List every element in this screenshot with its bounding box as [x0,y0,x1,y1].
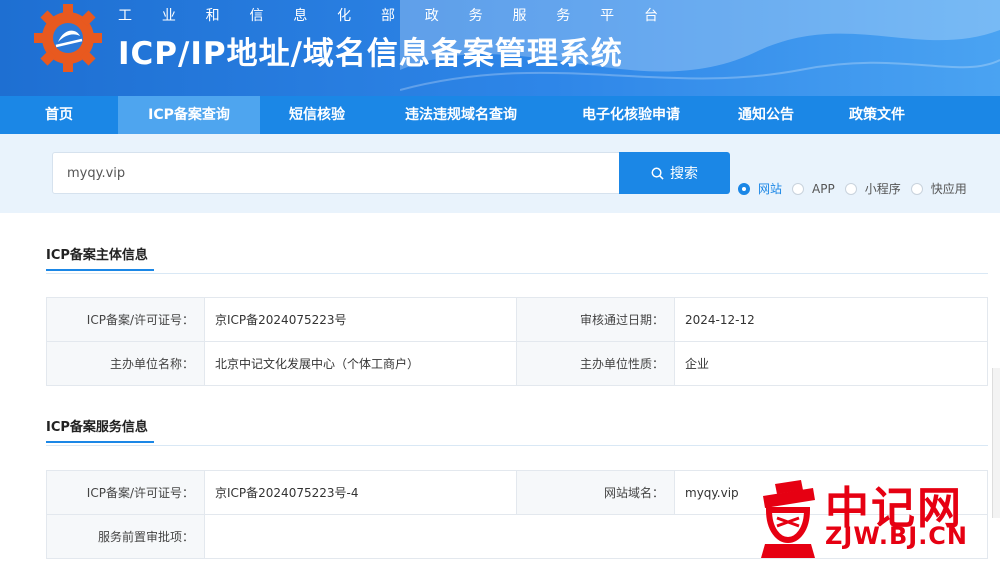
search-type-options: 网站 APP 小程序 快应用 [738,180,977,197]
radio-label: 网站 [758,182,783,196]
header-subtitle-char: 工 [118,8,132,24]
header-subtitle-char: 化 [337,8,352,24]
search-button[interactable]: 搜索 [619,152,730,194]
org-nature-label: 主办单位性质： [516,341,675,386]
radio-label: 快应用 [930,182,967,196]
radio-label: 小程序 [864,182,901,196]
subject-section-title: ICP备案主体信息 [46,244,154,271]
search-type-radio-1[interactable]: APP [792,182,835,196]
section-title-underline [46,441,154,443]
page-title: ICP/IP地址/域名信息备案管理系统 [118,36,623,72]
org-name-label: 主办单位名称： [46,341,205,386]
search-button-label: 搜索 [670,166,698,182]
license-value: 京ICP备2024075223号 [204,297,517,342]
side-scroll-edge[interactable] [992,368,1000,518]
service-license-label: ICP备案/许可证号： [46,470,205,515]
search-type-radio-3[interactable]: 快应用 [910,180,967,197]
nav-item-4[interactable]: 电子化核验申请 [548,96,714,134]
nav-item-2[interactable]: 短信核验 [260,96,374,134]
search-icon [651,167,664,180]
miit-gear-logo-icon [34,4,102,72]
nav-item-0[interactable]: 首页 [0,96,118,134]
nav-item-5[interactable]: 通知公告 [714,96,818,134]
search-type-radio-2[interactable]: 小程序 [844,180,901,197]
watermark-domain: ZJW.BJ.CN [825,522,969,550]
nav-item-3[interactable]: 违法违规域名查询 [374,96,548,134]
table-row: ICP备案/许可证号： 京ICP备2024075223号 审核通过日期： 202… [46,297,988,342]
radio-indicator[interactable] [844,182,857,195]
header-subtitle-char: 平 [600,8,615,24]
header-subtitle-char: 息 [293,8,308,24]
subject-info-table: ICP备案/许可证号： 京ICP备2024075223号 审核通过日期： 202… [46,297,988,386]
header-subtitle-char: 台 [643,8,658,24]
domain-label: 网站域名： [516,470,675,515]
nav-item-6[interactable]: 政策文件 [818,96,936,134]
header-subtitle-char: 政 [424,8,439,24]
header-subtitle-char: 部 [380,8,395,24]
approval-date-label: 审核通过日期： [516,297,675,342]
radio-indicator[interactable] [792,182,805,195]
header-subtitle-char: 务 [468,8,483,24]
org-nature-value: 企业 [674,341,988,386]
nav-item-1[interactable]: ICP备案查询 [118,96,260,134]
radio-indicator[interactable] [910,182,923,195]
org-name-value: 北京中记文化发展中心（个体工商户） [204,341,517,386]
search-input[interactable] [52,152,620,194]
service-section-title-text: ICP备案服务信息 [46,420,148,435]
pre-approval-label: 服务前置审批项： [46,514,205,559]
table-row: 主办单位名称： 北京中记文化发展中心（个体工商户） 主办单位性质： 企业 [46,341,988,386]
section-divider [46,273,988,274]
search-type-radio-0[interactable]: 网站 [738,180,782,197]
service-section-title: ICP备案服务信息 [46,416,154,443]
search-band: 搜索 网站 APP 小程序 快应用 [0,134,1000,213]
reporter-logo-icon [761,480,815,558]
radio-indicator[interactable] [738,182,750,195]
header-subtitle-char: 和 [205,8,220,24]
header-subtitle: 工业和信息化部政务服务平台 [118,5,658,25]
header-subtitle-char: 信 [249,8,264,24]
header-subtitle-char: 务 [556,8,571,24]
radio-label: APP [812,181,835,196]
subject-section-title-text: ICP备案主体信息 [46,248,148,263]
license-label: ICP备案/许可证号： [46,297,205,342]
header-subtitle-char: 业 [161,8,176,24]
section-title-underline [46,269,154,271]
header-subtitle-char: 服 [512,8,527,24]
header-banner: 工 业 和 信 息 化 部 政 务 服 务 平 台 ICP/IP地址/域名信息备案管理系统 [0,0,1000,96]
approval-date-value: 2024-12-12 [674,297,988,342]
section-divider [46,445,988,446]
main-nav: 首页 ICP备案查询 短信核验 违法违规域名查询 电子化核验申请 通知公告 政策文件 [0,96,1000,134]
watermark: 中记网 ZJW.BJ.CN [755,470,990,565]
service-license-value: 京ICP备2024075223号-4 [204,470,517,515]
